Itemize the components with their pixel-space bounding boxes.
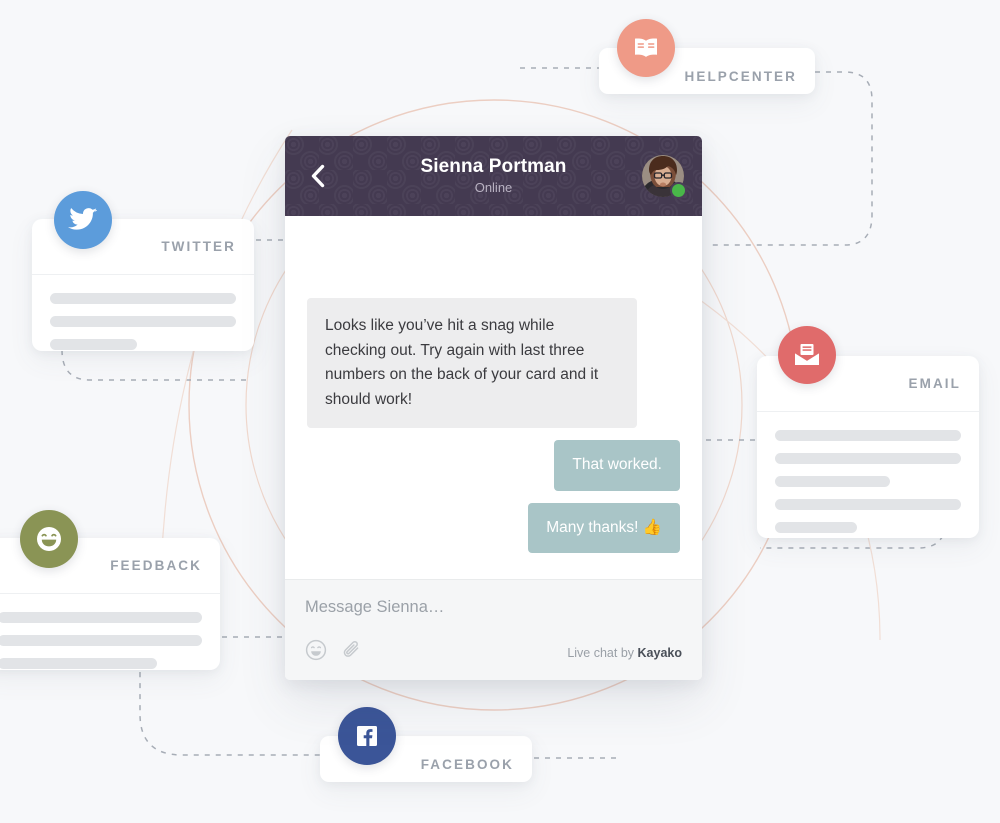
placeholder-bar bbox=[0, 612, 202, 623]
placeholder-bar bbox=[775, 430, 961, 441]
paperclip-icon[interactable] bbox=[341, 639, 363, 666]
message-input[interactable] bbox=[305, 598, 682, 617]
placeholder-bar bbox=[0, 658, 158, 669]
card-body bbox=[32, 275, 254, 370]
chat-footer-icons bbox=[305, 639, 363, 666]
smiley-icon[interactable] bbox=[20, 510, 78, 568]
channel-label-helpcenter: HELPCENTER bbox=[684, 68, 797, 84]
placeholder-bar bbox=[50, 293, 236, 304]
message-bubble-outgoing: That worked. bbox=[554, 440, 680, 491]
avatar[interactable] bbox=[642, 155, 685, 197]
channel-label-email: EMAIL bbox=[908, 376, 961, 391]
chat-header-text: Sienna Portman Online bbox=[420, 156, 566, 196]
channel-label-twitter: TWITTER bbox=[161, 239, 236, 254]
chat-window: Sienna Portman Online Looks like you’ve … bbox=[285, 136, 702, 680]
online-status-dot bbox=[672, 184, 685, 197]
message-row: Looks like you’ve hit a snag while check… bbox=[307, 298, 680, 429]
branding-text: Live chat by Kayako bbox=[567, 646, 682, 660]
message-row: Many thanks! 👍 bbox=[307, 502, 680, 553]
chevron-left-icon[interactable] bbox=[305, 163, 331, 189]
agent-name: Sienna Portman bbox=[420, 156, 567, 178]
envelope-icon[interactable] bbox=[778, 326, 836, 384]
book-icon[interactable] bbox=[617, 19, 675, 77]
card-body bbox=[757, 412, 979, 553]
branding-prefix: Live chat by bbox=[567, 645, 638, 660]
agent-status: Online bbox=[474, 179, 513, 195]
message-bubble-incoming: Looks like you’ve hit a snag while check… bbox=[307, 298, 637, 429]
message-row: That worked. bbox=[307, 440, 680, 491]
card-body bbox=[0, 594, 220, 689]
page-root: HELPCENTER TWITTER EMAIL FEEDBACK FACEBO… bbox=[0, 0, 1000, 823]
channel-label-facebook: FACEBOOK bbox=[420, 756, 514, 772]
placeholder-bar bbox=[0, 635, 202, 646]
smiley-icon[interactable] bbox=[305, 639, 327, 666]
placeholder-bar bbox=[50, 339, 138, 350]
message-bubble-outgoing: Many thanks! 👍 bbox=[528, 502, 680, 553]
placeholder-bar bbox=[50, 316, 236, 327]
chat-footer-row: Live chat by Kayako bbox=[305, 639, 682, 666]
channel-card-email[interactable]: EMAIL bbox=[757, 356, 979, 538]
placeholder-bar bbox=[775, 499, 961, 510]
channel-label-feedback: FEEDBACK bbox=[110, 558, 202, 573]
twitter-bird-icon[interactable] bbox=[54, 191, 112, 249]
chat-message-list: Looks like you’ve hit a snag while check… bbox=[285, 216, 702, 579]
placeholder-bar bbox=[775, 522, 857, 533]
branding-brand: Kayako bbox=[637, 645, 682, 660]
chat-footer: Live chat by Kayako bbox=[285, 579, 702, 680]
placeholder-bar bbox=[775, 476, 891, 487]
chat-header: Sienna Portman Online bbox=[285, 136, 702, 216]
facebook-icon[interactable] bbox=[338, 707, 396, 765]
placeholder-bar bbox=[775, 453, 961, 464]
